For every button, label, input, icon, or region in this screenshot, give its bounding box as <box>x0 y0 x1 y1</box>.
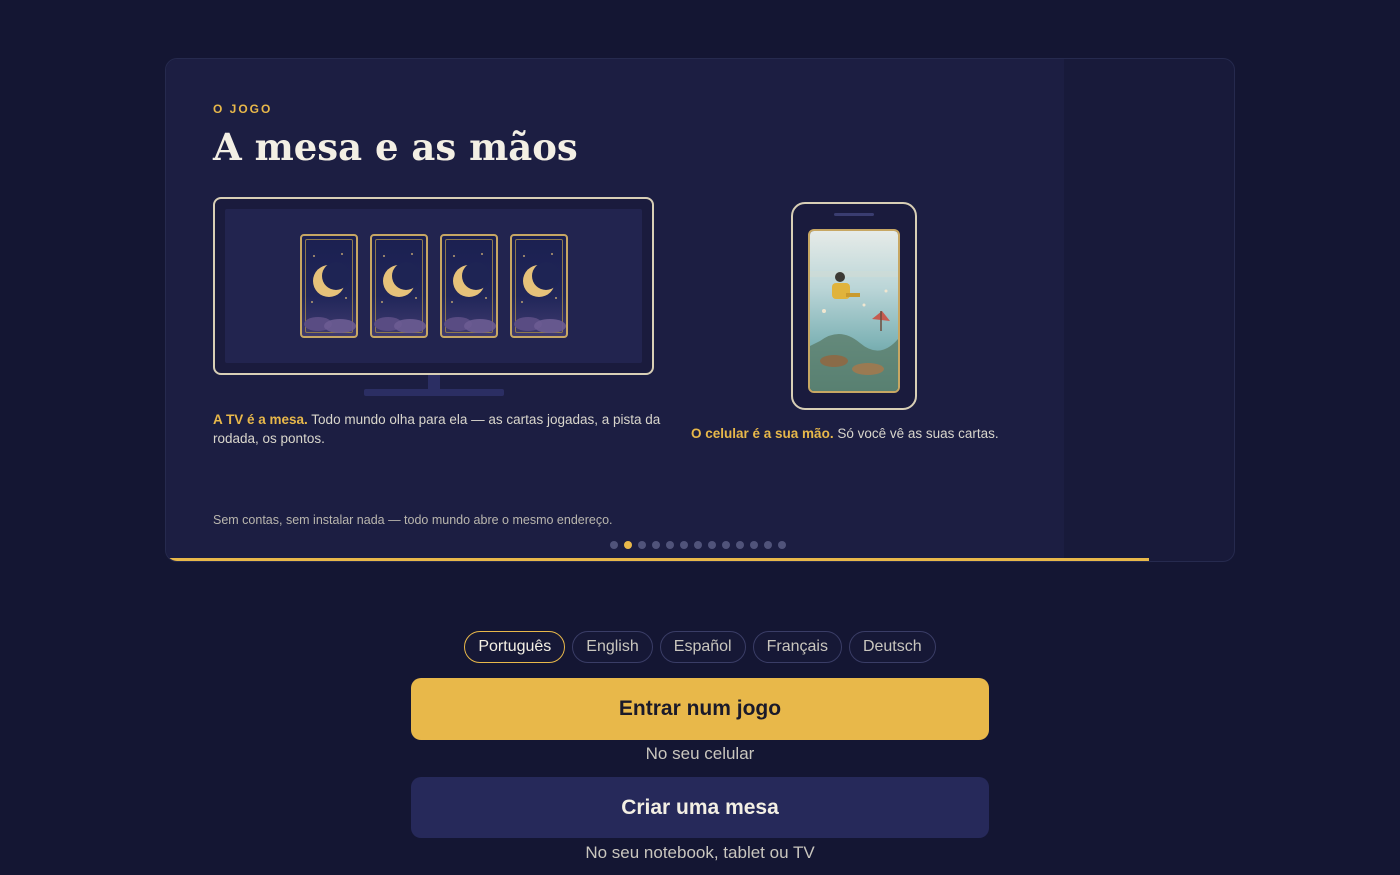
intro-carousel[interactable]: O JOGO A mesa e as mãos A TV é a mesa. T… <box>165 58 1235 562</box>
carousel-dot[interactable] <box>694 541 702 549</box>
tarot-card <box>299 234 358 338</box>
slide-title: A mesa e as mãos <box>213 125 578 169</box>
tarot-card <box>369 234 428 338</box>
phone-caption-text: Só você vê as suas cartas. <box>833 426 999 441</box>
tarot-card <box>439 234 498 338</box>
phone-illustration <box>791 202 917 410</box>
carousel-dot[interactable] <box>638 541 646 549</box>
tarot-card <box>509 234 568 338</box>
tv-caption: A TV é a mesa. Todo mundo olha para ela … <box>213 410 663 448</box>
slide-eyebrow: O JOGO <box>213 102 273 116</box>
join-game-button[interactable]: Entrar num jogo <box>411 678 989 740</box>
hand-card-illustration <box>808 229 900 393</box>
create-table-button[interactable]: Criar uma mesa <box>411 777 989 838</box>
phone-caption: O celular é a sua mão. Só você vê as sua… <box>691 424 1051 443</box>
tv-caption-highlight: A TV é a mesa. <box>213 412 308 427</box>
phone-notch <box>834 213 874 216</box>
crescent-moon-icon <box>513 253 566 333</box>
crescent-moon-icon <box>373 253 426 333</box>
carousel-dot[interactable] <box>750 541 758 549</box>
carousel-dot[interactable] <box>652 541 660 549</box>
language-selector: Português English Español Français Deutsch <box>0 631 1400 663</box>
carousel-dot[interactable] <box>736 541 744 549</box>
tv-stand <box>428 375 440 389</box>
join-game-subtitle: No seu celular <box>645 744 755 763</box>
carousel-dot[interactable] <box>624 541 632 549</box>
carousel-dot[interactable] <box>778 541 786 549</box>
carousel-dot[interactable] <box>722 541 730 549</box>
carousel-dot[interactable] <box>708 541 716 549</box>
create-table-subtitle: No seu notebook, tablet ou TV <box>585 843 815 862</box>
language-option[interactable]: Français <box>752 631 842 663</box>
tv-screen <box>225 209 642 363</box>
language-option[interactable]: Deutsch <box>848 631 936 663</box>
crescent-moon-icon <box>303 253 356 333</box>
carousel-dot[interactable] <box>610 541 618 549</box>
tv-illustration <box>213 197 654 375</box>
carousel-dot[interactable] <box>764 541 772 549</box>
crescent-moon-icon <box>443 253 496 333</box>
carousel-slide: O JOGO A mesa e as mãos A TV é a mesa. T… <box>166 59 1064 561</box>
carousel-dot[interactable] <box>666 541 674 549</box>
language-option[interactable]: Español <box>659 631 746 663</box>
carousel-dot[interactable] <box>680 541 688 549</box>
language-option[interactable]: English <box>572 631 653 663</box>
tv-stand-base <box>364 389 504 396</box>
carousel-pagination <box>610 541 786 549</box>
phone-caption-highlight: O celular é a sua mão. <box>691 426 834 441</box>
carousel-progress-bar <box>166 558 1149 561</box>
slide-footnote: Sem contas, sem instalar nada — todo mun… <box>213 513 613 527</box>
language-option[interactable]: Português <box>464 631 566 663</box>
